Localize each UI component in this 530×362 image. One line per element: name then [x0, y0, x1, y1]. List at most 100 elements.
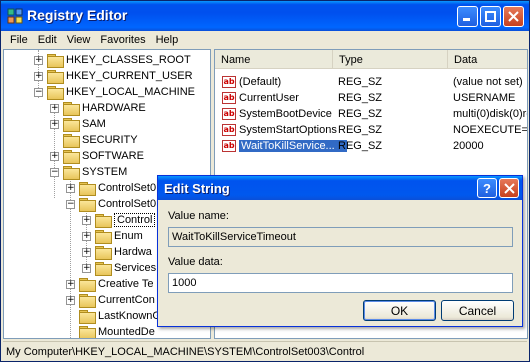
column-header-type[interactable]: Type	[333, 50, 448, 69]
tree-item-hardware-profiles[interactable]: + Hardwa	[82, 244, 152, 260]
tree-item-label-selected: Control	[114, 213, 156, 227]
menu-edit[interactable]: Edit	[33, 34, 62, 46]
menu-favorites[interactable]: Favorites	[95, 34, 150, 46]
value-data-input[interactable]: 1000	[168, 273, 513, 293]
tree-item-currentcontrolset[interactable]: + CurrentCon	[66, 292, 155, 308]
list-row[interactable]: ab CurrentUser REG_SZ USERNAME	[215, 90, 527, 106]
folder-icon	[79, 325, 96, 338]
folder-icon	[63, 117, 80, 132]
tree-item-hkcr[interactable]: + HKEY_CLASSES_ROOT	[34, 52, 191, 68]
cancel-button[interactable]: Cancel	[441, 300, 514, 321]
expand-toggle[interactable]: +	[82, 231, 91, 241]
expand-toggle[interactable]: +	[82, 215, 91, 225]
value-name-label: Value name:	[168, 210, 229, 222]
folder-icon	[47, 85, 64, 100]
value-type: REG_SZ	[338, 140, 383, 152]
value-data: NOEXECUTE=O	[453, 124, 528, 136]
string-value-icon: ab	[222, 92, 236, 104]
tree-item-control[interactable]: + Control	[82, 212, 156, 228]
title-bar[interactable]: Registry Editor	[1, 1, 529, 31]
tree-item-services[interactable]: + Services	[82, 260, 156, 276]
tree-item-label: HKEY_CLASSES_ROOT	[66, 54, 191, 66]
tree-item-creative-tech[interactable]: + Creative Te	[66, 276, 153, 292]
value-data: USERNAME	[453, 92, 516, 104]
folder-icon	[79, 181, 96, 196]
value-type: REG_SZ	[338, 124, 383, 136]
expand-toggle[interactable]: +	[50, 151, 59, 161]
tree-item-sam[interactable]: + SAM	[50, 116, 106, 132]
value-name: SystemBootDevice	[239, 108, 332, 120]
dialog-title-bar[interactable]: Edit String ?	[158, 176, 522, 200]
list-row-selected[interactable]: ab WaitToKillService... REG_SZ 20000	[215, 138, 527, 154]
minimize-button[interactable]	[457, 6, 478, 27]
tree-item-label: LastKnownG	[98, 310, 161, 322]
window-title: Registry Editor	[27, 7, 128, 23]
collapse-toggle[interactable]: −	[50, 167, 59, 177]
dialog-close-button[interactable]	[499, 178, 519, 198]
expand-toggle[interactable]: +	[34, 71, 43, 81]
folder-icon	[95, 245, 112, 260]
maximize-icon	[485, 11, 496, 22]
tree-item-hkcu[interactable]: + HKEY_CURRENT_USER	[34, 68, 193, 84]
tree-item-label: Enum	[114, 230, 143, 242]
expand-toggle[interactable]: +	[82, 263, 91, 273]
tree-item-hardware[interactable]: + HARDWARE	[50, 100, 146, 116]
value-type: REG_SZ	[338, 76, 383, 88]
tree-item-lastknowngood[interactable]: LastKnownG	[66, 308, 161, 324]
status-bar: My Computer\HKEY_LOCAL_MACHINE\SYSTEM\Co…	[3, 341, 527, 361]
tree-item-mounteddevices[interactable]: MountedDe	[66, 324, 155, 338]
folder-icon	[63, 165, 80, 180]
expand-toggle[interactable]: +	[66, 279, 75, 289]
tree-item-security[interactable]: SECURITY	[50, 132, 138, 148]
menu-view[interactable]: View	[62, 34, 96, 46]
expand-toggle[interactable]: +	[66, 183, 75, 193]
menu-bar: File Edit View Favorites Help	[1, 31, 529, 49]
column-header-data[interactable]: Data	[448, 50, 527, 69]
tree-item-label: Services	[114, 262, 157, 274]
collapse-toggle[interactable]: −	[66, 199, 75, 209]
tree-item-enum[interactable]: + Enum	[82, 228, 143, 244]
expand-toggle[interactable]: +	[50, 119, 59, 129]
collapse-toggle[interactable]: −	[34, 87, 43, 97]
tree-item-controlset001[interactable]: + ControlSet0	[66, 180, 156, 196]
menu-file[interactable]: File	[5, 34, 33, 46]
tree-item-system[interactable]: − SYSTEM	[50, 164, 127, 180]
edit-string-dialog: Edit String ? Value name: WaitToKillServ…	[157, 175, 523, 327]
tree-item-label: CurrentCon	[98, 294, 155, 306]
value-name: WaitToKillService...	[239, 140, 347, 152]
folder-icon	[63, 133, 80, 148]
tree-item-label: Creative Te	[98, 278, 154, 290]
folder-icon	[95, 229, 112, 244]
ok-button[interactable]: OK	[363, 300, 436, 321]
close-icon	[503, 182, 515, 194]
menu-help[interactable]: Help	[151, 34, 184, 46]
maximize-button[interactable]	[480, 6, 501, 27]
value-name-field: WaitToKillServiceTimeout	[168, 227, 513, 247]
string-value-icon: ab	[222, 124, 236, 136]
expand-toggle[interactable]: +	[66, 295, 75, 305]
expand-toggle[interactable]: +	[50, 103, 59, 113]
no-toggle	[66, 328, 75, 337]
string-value-icon: ab	[222, 108, 236, 120]
value-data-label: Value data:	[168, 256, 223, 268]
folder-icon	[79, 309, 96, 324]
tree-item-software[interactable]: + SOFTWARE	[50, 148, 144, 164]
expand-toggle[interactable]: +	[82, 247, 91, 257]
folder-icon	[79, 277, 96, 292]
list-row[interactable]: abSystemStartOptionsREG_SZ NOEXECUTE=O	[215, 122, 528, 138]
list-row[interactable]: ab (Default) REG_SZ (value not set)	[215, 74, 527, 90]
list-row[interactable]: ab SystemBootDevice REG_SZ multi(0)disk(0)r…	[215, 106, 528, 122]
folder-icon	[47, 53, 64, 68]
no-toggle	[50, 136, 59, 145]
expand-toggle[interactable]: +	[34, 55, 43, 65]
value-data: multi(0)disk(0)rd	[453, 108, 528, 120]
close-button[interactable]	[503, 6, 524, 27]
value-name: SystemStartOptions	[239, 124, 337, 136]
help-button[interactable]: ?	[477, 178, 497, 198]
folder-icon	[79, 293, 96, 308]
tree-item-controlset003[interactable]: − ControlSet0	[66, 196, 156, 212]
value-data: 20000	[453, 140, 484, 152]
column-header-name[interactable]: Name	[215, 50, 333, 69]
tree-item-hklm[interactable]: − HKEY_LOCAL_MACHINE	[34, 84, 195, 100]
tree-item-label: Hardwa	[114, 246, 152, 258]
